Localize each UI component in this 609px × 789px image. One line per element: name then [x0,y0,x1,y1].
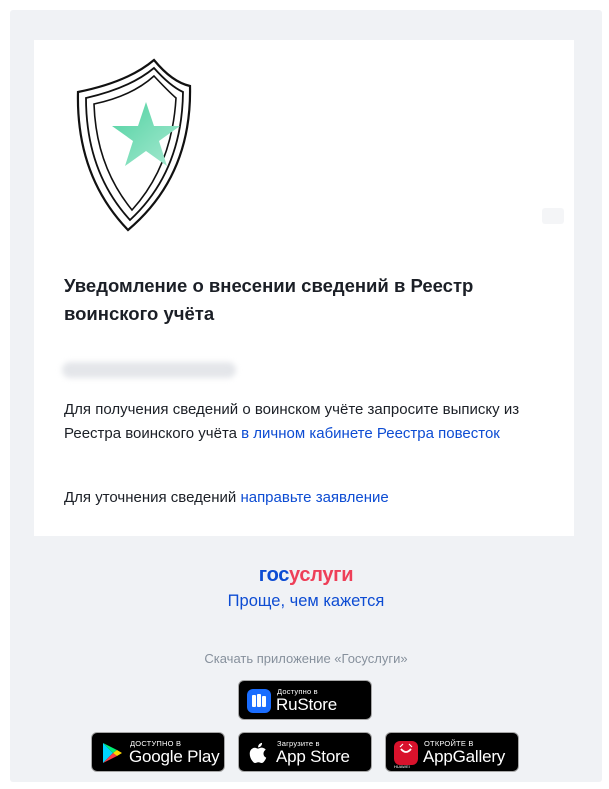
download-app-text: Скачать приложение «Госуслуги» [204,651,408,666]
slogan: Проще, чем кажется [227,592,385,610]
gosuslugi-logo[interactable]: госуслуги [10,564,602,587]
rustore-big-label: RuStore [276,695,337,714]
logo-part-uslugi: услуги [289,564,354,586]
instruction-paragraph: Для получения сведений о воинском учёте … [64,398,544,446]
google-play-badge[interactable]: ДОСТУПНО В Google Play [91,732,225,772]
app-store-badge[interactable]: Загрузите в App Store [238,732,372,772]
rustore-badge[interactable]: Доступно в RuStore [238,680,372,720]
huawei-brand-label: HUAWEI [394,764,410,769]
notification-card: Уведомление о внесении сведений в Реестр… [34,40,574,536]
registry-cabinet-link[interactable]: в личном кабинете Реестра повесток [241,425,500,442]
blurred-element [542,208,564,224]
blurred-redacted-text [62,362,236,378]
google-play-icon [103,743,122,763]
send-application-link[interactable]: направьте заявление [240,489,388,506]
email-background: Уведомление о внесении сведений в Реестр… [10,10,602,782]
app-gallery-badge[interactable]: HUAWEI ОТКРОЙТЕ В AppGallery [385,732,519,772]
app-gallery-big-label: AppGallery [423,747,506,766]
app-store-big-label: App Store [276,747,350,766]
shield-star-icon [76,58,192,232]
huawei-icon [394,741,418,765]
clarification-paragraph: Для уточнения сведений направьте заявлен… [64,486,544,510]
apple-icon [249,742,267,763]
logo-part-gos: гос [258,564,290,586]
rustore-icon [247,689,271,713]
notification-title: Уведомление о внесении сведений в Реестр… [64,275,474,324]
clarification-text: Для уточнения сведений [64,489,241,506]
google-play-big-label: Google Play [129,747,220,766]
